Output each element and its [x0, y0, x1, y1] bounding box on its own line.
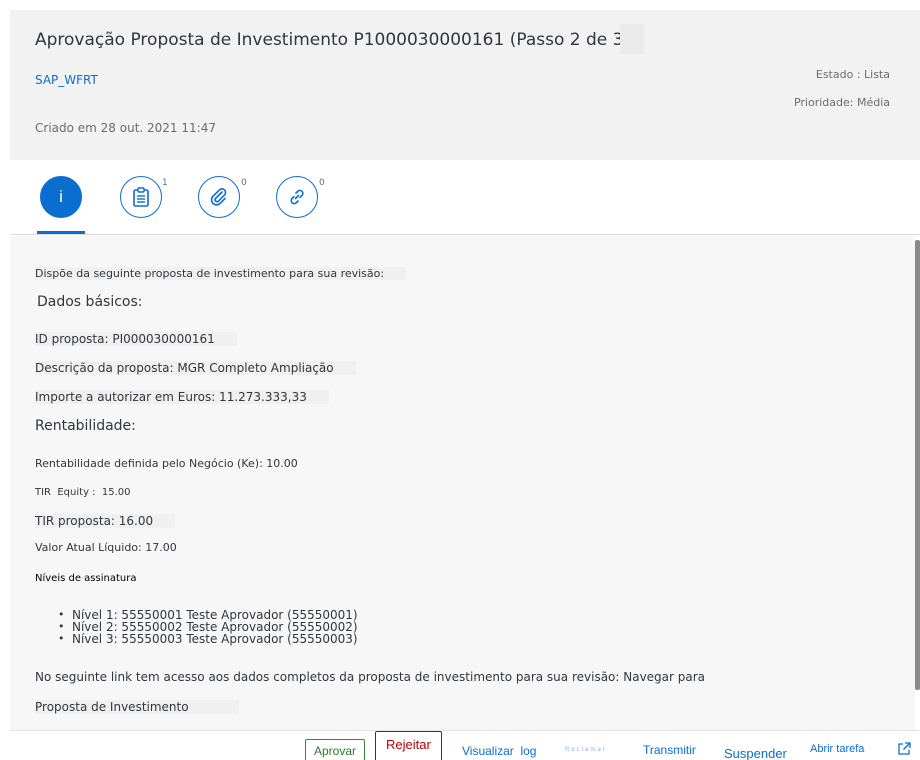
open-task-button[interactable]: Abrir tarefa [810, 743, 864, 755]
tab-links[interactable] [276, 176, 318, 218]
title-shade [620, 24, 644, 54]
created-on: Criado em 28 out. 2021 11:47 [35, 121, 216, 135]
tab-selected-indicator [37, 231, 85, 234]
notes-count: 1 [162, 178, 168, 188]
basic-data-heading: Dados básicos: [37, 294, 143, 310]
tab-attachments[interactable] [198, 176, 240, 218]
icon-tab-bar: i 1 0 0 [10, 160, 920, 235]
info-icon: i [59, 187, 63, 206]
attachments-count: 0 [241, 178, 247, 188]
status-label: Estado : Lista [815, 68, 890, 81]
priority-label: Prioridade: Média [793, 96, 890, 109]
signature-levels-list: Nível 1: 55550001 Teste Aprovador (55550… [58, 609, 358, 645]
forward-button[interactable]: Transmitir [643, 743, 696, 757]
footer-toolbar: Aprovar Rejeitar Visualizar log Reclamar… [10, 730, 920, 760]
share-icon [898, 742, 911, 755]
links-count: 0 [319, 178, 325, 188]
net-present-value: Valor Atual Líquido: 17.00 [35, 541, 177, 554]
signature-levels-heading: Níveis de assinatura [35, 573, 137, 584]
proposal-description: Descrição da proposta: MGR Completo Ampl… [35, 361, 356, 375]
paperclip-icon [210, 188, 227, 206]
tab-info[interactable]: i [40, 176, 82, 218]
notes-icon [133, 187, 149, 207]
approve-button[interactable]: Aprovar [305, 739, 366, 760]
suspend-button[interactable]: Suspender [724, 746, 787, 760]
list-item: Nível 3: 55550003 Teste Aprovador (55550… [58, 633, 358, 645]
view-log-button[interactable]: Visualizar log [462, 744, 536, 758]
task-description: Dispõe da seguinte proposta de investime… [10, 236, 915, 730]
tab-notes[interactable] [120, 176, 162, 218]
profitability-heading: Rentabilidade: [35, 418, 136, 434]
reject-button[interactable]: Rejeitar [375, 731, 442, 760]
proposal-id: ID proposta: PI000030000161 [35, 332, 237, 346]
created-by-link[interactable]: SAP_WFRT [35, 73, 98, 87]
ke-value: Rentabilidade definida pelo Negócio (Ke)… [35, 457, 298, 470]
task-title: Aprovação Proposta de Investimento P1000… [35, 30, 631, 50]
tir-equity: TIR Equity : 15.00 [35, 487, 131, 498]
amount-to-authorize: Importe a autorizar em Euros: 11.273.333… [35, 390, 329, 404]
proposal-link[interactable]: Proposta de Investimento [35, 700, 239, 714]
task-header: Aprovação Proposta de Investimento P1000… [10, 10, 920, 160]
claim-button[interactable]: Reclamar [565, 747, 607, 753]
scrollbar[interactable] [915, 240, 920, 690]
link-intro-text: No seguinte link tem acesso aos dados co… [35, 670, 706, 684]
intro-text: Dispõe da seguinte proposta de investime… [35, 267, 407, 280]
share-button[interactable] [896, 741, 912, 760]
tir-proposal: TIR proposta: 16.00 [35, 514, 176, 528]
link-icon [290, 189, 304, 205]
